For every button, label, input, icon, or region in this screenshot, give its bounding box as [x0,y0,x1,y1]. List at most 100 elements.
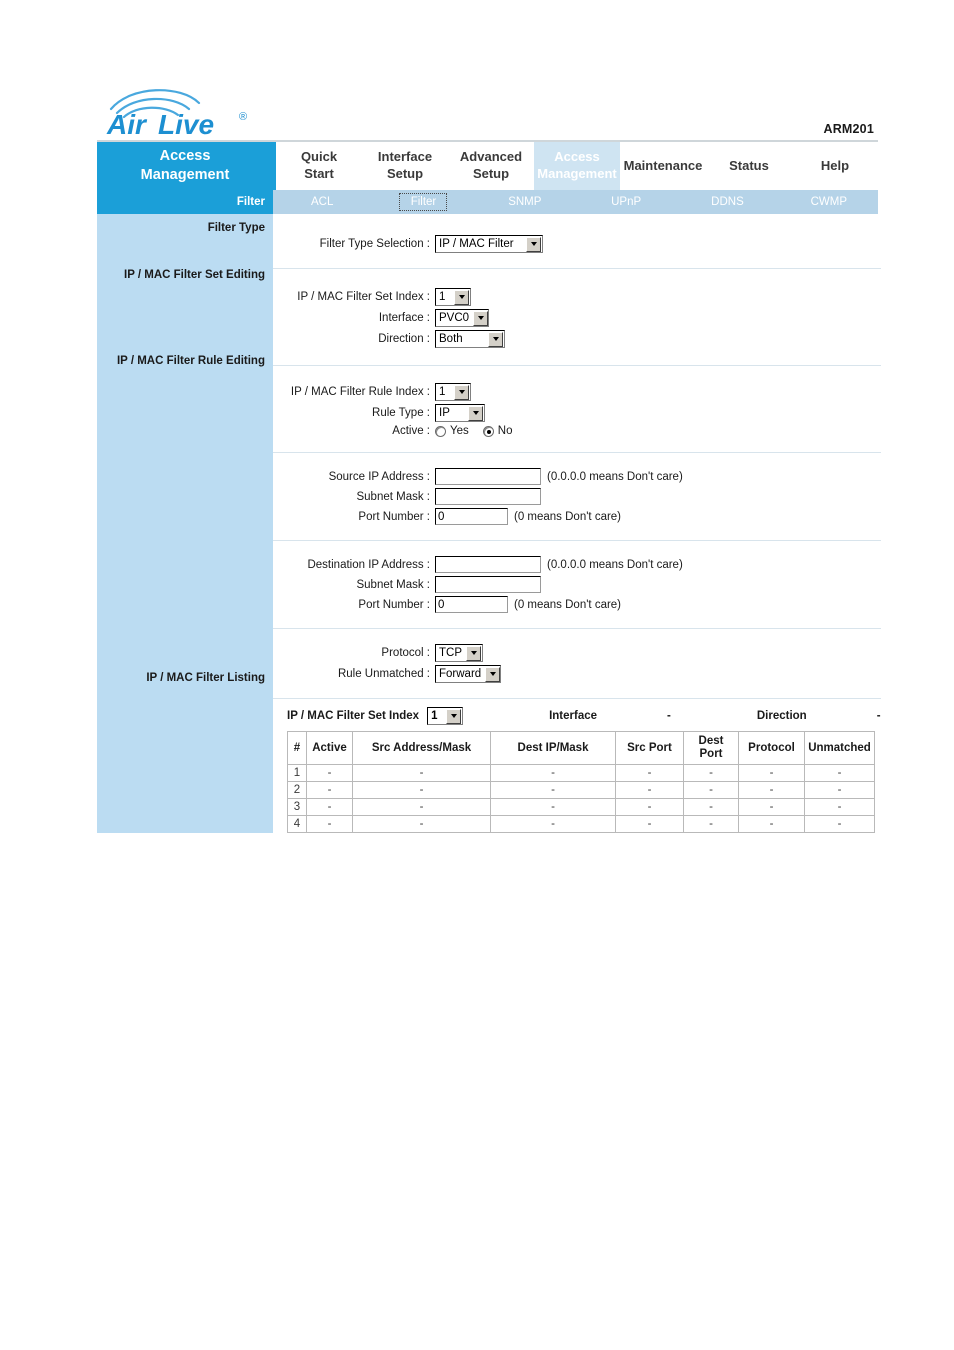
section-title-panel: Access Management [97,142,273,190]
row-source-ip: Source IP Address : (0.0.0.0 means Don't… [273,468,881,485]
tab-status[interactable]: Status [706,142,792,190]
row-interface: Interface : PVC0 [273,309,881,327]
col-header-dest-port-line1: Dest [698,735,724,747]
cell-num: 1 [287,764,307,783]
rule-type-value: IP [439,407,450,419]
tab-maintenance[interactable]: Maintenance [620,142,706,190]
subtab-snmp[interactable]: SNMP [475,190,574,214]
active-yes-option[interactable]: Yes [435,425,469,437]
set-index-dropdown[interactable]: 1 [435,288,471,306]
chevron-down-icon [488,331,503,347]
listing-interface-label: Interface [549,710,598,722]
chevron-down-icon [454,384,469,400]
col-header-active: Active [306,730,353,766]
source-ip-hint: (0.0.0.0 means Don't care) [547,470,683,483]
tab-interface-setup[interactable]: Interface Setup [362,142,448,190]
cell-dest-port: - [683,764,739,783]
rule-index-dropdown[interactable]: 1 [435,383,471,401]
label-source-ip: Source IP Address : [328,470,430,483]
source-ip-input[interactable] [435,468,541,485]
radio-active-no[interactable] [482,425,494,437]
tab-help[interactable]: Help [792,142,878,190]
table-row: 1 - - - - - - - [287,764,875,783]
cell-src: - [352,798,491,817]
label-destination-port: Port Number : [358,598,430,611]
chevron-down-icon [473,310,489,326]
interface-dropdown[interactable]: PVC0 [435,309,489,327]
tab-quick-start[interactable]: Quick Start [276,142,362,190]
tab-label-line2: Management [537,166,617,181]
rule-unmatched-dropdown[interactable]: Forward [435,665,501,683]
listing-set-index-dropdown[interactable]: 1 [427,707,464,725]
section-title-line1: Access [159,148,211,165]
cell-active: - [306,764,353,783]
cell-protocol: - [738,764,805,783]
tab-label-line1: Maintenance [623,157,703,173]
subtab-cwmp[interactable]: CWMP [779,190,878,214]
source-port-input[interactable] [435,508,508,525]
filter-type-selection-dropdown[interactable]: IP / MAC Filter [435,235,543,253]
subtab-filter[interactable]: Filter [374,190,473,214]
tab-label-line1: Access [554,149,600,165]
rule-type-dropdown[interactable]: IP [435,404,485,422]
cell-unmatched: - [804,781,875,800]
cell-active: - [306,798,353,817]
cell-num: 2 [287,781,307,800]
svg-text:Air: Air [106,109,148,139]
cell-active: - [306,815,353,834]
listing-set-index-label: IP / MAC Filter Set Index [287,710,420,722]
destination-subnet-mask-input[interactable] [435,576,541,593]
section-source: Source IP Address : (0.0.0.0 means Don't… [273,453,881,541]
radio-active-no-label: No [497,425,513,437]
logo-bar: Air Live ® ARM201 [97,85,878,142]
destination-port-input[interactable] [435,596,508,613]
subtab-acl[interactable]: ACL [273,190,372,214]
direction-dropdown[interactable]: Both [435,330,505,348]
row-filter-type-selection: Filter Type Selection : IP / MAC Filter [273,235,881,253]
section-rule-editing: IP / MAC Filter Rule Index : 1 Rule Type… [273,366,881,453]
destination-ip-input[interactable] [435,556,541,573]
col-header-protocol: Protocol [738,730,805,766]
tab-access-management[interactable]: Access Management [534,142,620,190]
row-destination-ip: Destination IP Address : (0.0.0.0 means … [273,556,881,573]
radio-active-yes[interactable] [435,425,446,437]
row-rule-unmatched: Rule Unmatched : Forward [273,665,881,683]
section-title-line2: Management [140,167,230,183]
cell-protocol: - [738,781,805,800]
source-subnet-mask-input[interactable] [435,488,541,505]
cell-src: - [352,764,491,783]
row-protocol: Protocol : TCP [273,644,881,662]
active-no-option[interactable]: No [482,425,513,437]
sub-nav-tabs: ACL Filter SNMP UPnP DDNS CWMP [273,190,878,214]
section-protocol: Protocol : TCP Rule Unmatched : Forward [273,629,881,699]
table-row: 2 - - - - - - - [287,781,875,800]
table-row: 3 - - - - - - - [287,798,875,817]
tab-label-line1: Advanced [459,149,523,165]
subtab-ddns[interactable]: DDNS [678,190,777,214]
protocol-dropdown[interactable]: TCP [435,644,483,662]
cell-src-port: - [615,798,684,817]
tab-advanced-setup[interactable]: Advanced Setup [448,142,534,190]
cell-src-port: - [615,781,684,800]
subtab-upnp[interactable]: UPnP [576,190,676,214]
row-rule-index: IP / MAC Filter Rule Index : 1 [273,383,881,401]
section-filter-type: Filter Type Selection : IP / MAC Filter [273,214,881,269]
label-source-port: Port Number : [358,510,430,523]
sidebar-label-filter-listing: IP / MAC Filter Listing [146,672,265,684]
listing-direction-label: Direction [756,710,807,722]
col-header-src-addr: Src Address/Mask [352,730,491,766]
model-number: ARM201 [823,122,874,136]
table-row: 4 - - - - - - - [287,815,875,834]
col-header-dest-port-line2: Port [699,748,723,761]
sidebar-label-filter-type: Filter Type [207,222,265,234]
body-row: Filter Type IP / MAC Filter Set Editing … [97,214,881,834]
cell-num: 4 [287,815,307,834]
svg-text:Live: Live [158,109,214,139]
listing-set-index-value: 1 [431,710,438,722]
main-nav-row: Access Management Quick Start Interface … [97,142,878,190]
label-source-mask: Subnet Mask : [356,490,430,503]
row-set-index: IP / MAC Filter Set Index : 1 [273,288,881,306]
cell-num: 3 [287,798,307,817]
cell-dest: - [490,764,616,783]
radio-active-yes-label: Yes [450,425,469,437]
